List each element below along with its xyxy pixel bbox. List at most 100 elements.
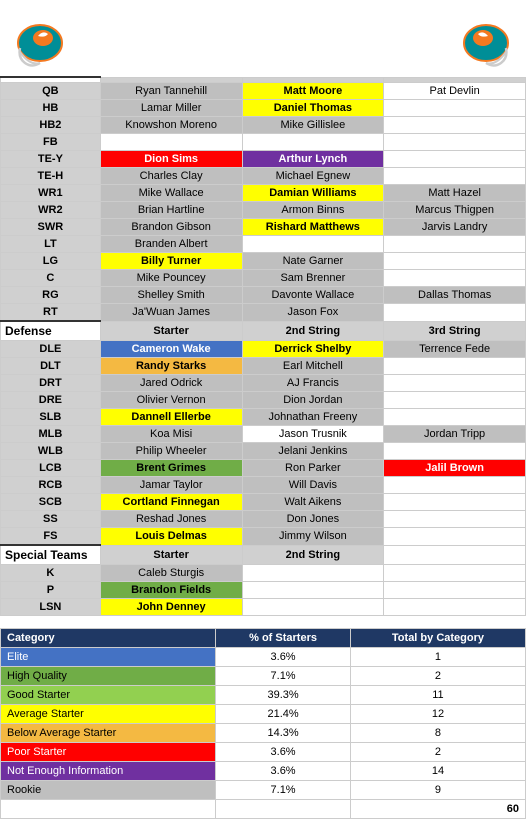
- stats-section: Category% of StartersTotal by CategoryEl…: [0, 628, 526, 819]
- defense-label: Defense: [1, 321, 101, 341]
- second-string-cell: Daniel Thomas: [242, 100, 384, 117]
- starter-cell: Brandon Gibson: [100, 219, 242, 236]
- logo-left: [10, 8, 70, 68]
- position-cell: FS: [1, 528, 101, 546]
- second-string-cell: Damian Williams: [242, 185, 384, 202]
- position-cell: DLE: [1, 341, 101, 358]
- position-cell: HB: [1, 100, 101, 117]
- third-string-cell: [384, 304, 526, 322]
- second-string-cell: [242, 599, 384, 616]
- stats-total-row: 60: [1, 800, 526, 819]
- col-header: 2nd String: [242, 321, 384, 341]
- position-cell: QB: [1, 83, 101, 100]
- stats-row: High Quality7.1%2: [1, 667, 526, 686]
- table-row: HB2Knowshon MorenoMike Gillislee: [1, 117, 526, 134]
- third-string-cell: [384, 409, 526, 426]
- position-cell: SS: [1, 511, 101, 528]
- stats-row: Elite3.6%1: [1, 648, 526, 667]
- second-string-cell: Mike Gillislee: [242, 117, 384, 134]
- third-string-cell: Terrence Fede: [384, 341, 526, 358]
- stats-row: Rookie7.1%9: [1, 781, 526, 800]
- second-string-cell: Dion Jordan: [242, 392, 384, 409]
- total-cell: 1: [350, 648, 525, 667]
- logo-right: [456, 8, 516, 68]
- table-row: LCBBrent GrimesRon ParkerJalil Brown: [1, 460, 526, 477]
- table-row: RCBJamar TaylorWill Davis: [1, 477, 526, 494]
- pct-cell: 21.4%: [216, 705, 351, 724]
- starter-cell: Shelley Smith: [100, 287, 242, 304]
- second-string-cell: Earl Mitchell: [242, 358, 384, 375]
- starter-cell: Caleb Sturgis: [100, 565, 242, 582]
- category-cell: Rookie: [1, 781, 216, 800]
- third-string-cell: Matt Hazel: [384, 185, 526, 202]
- starter-cell: Ryan Tannehill: [100, 83, 242, 100]
- category-cell: Elite: [1, 648, 216, 667]
- third-string-cell: [384, 565, 526, 582]
- starter-cell: Reshad Jones: [100, 511, 242, 528]
- position-cell: RG: [1, 287, 101, 304]
- second-string-cell: Nate Garner: [242, 253, 384, 270]
- starter-cell: Charles Clay: [100, 168, 242, 185]
- second-string-cell: Jelani Jenkins: [242, 443, 384, 460]
- position-cell: LT: [1, 236, 101, 253]
- second-string-cell: Jason Trusnik: [242, 426, 384, 443]
- second-string-cell: [242, 236, 384, 253]
- total-cell: 8: [350, 724, 525, 743]
- position-cell: P: [1, 582, 101, 599]
- total-pct: [216, 800, 351, 819]
- pct-cell: 3.6%: [216, 743, 351, 762]
- category-cell: High Quality: [1, 667, 216, 686]
- pct-cell: 3.6%: [216, 648, 351, 667]
- stats-row: Below Average Starter14.3%8: [1, 724, 526, 743]
- table-row: LSNJohn Denney: [1, 599, 526, 616]
- col-header-st: 2nd String: [242, 545, 384, 565]
- second-string-cell: Rishard Matthews: [242, 219, 384, 236]
- starter-cell: Knowshon Moreno: [100, 117, 242, 134]
- table-row: MLBKoa MisiJason TrusnikJordan Tripp: [1, 426, 526, 443]
- pct-cell: 14.3%: [216, 724, 351, 743]
- second-string-cell: Ron Parker: [242, 460, 384, 477]
- table-row: SCBCortland FinneganWalt Aikens: [1, 494, 526, 511]
- second-string-cell: Michael Egnew: [242, 168, 384, 185]
- third-string-cell: [384, 582, 526, 599]
- starter-cell: Dion Sims: [100, 151, 242, 168]
- third-string-cell: [384, 392, 526, 409]
- second-string-cell: [242, 134, 384, 151]
- table-row: TE-HCharles ClayMichael Egnew: [1, 168, 526, 185]
- col-header: Starter: [100, 321, 242, 341]
- category-cell: Average Starter: [1, 705, 216, 724]
- position-cell: WLB: [1, 443, 101, 460]
- table-row: DREOlivier VernonDion Jordan: [1, 392, 526, 409]
- starter-cell: Mike Wallace: [100, 185, 242, 202]
- table-row: DLTRandy StarksEarl Mitchell: [1, 358, 526, 375]
- second-string-cell: Davonte Wallace: [242, 287, 384, 304]
- second-string-cell: Arthur Lynch: [242, 151, 384, 168]
- starter-cell: Randy Starks: [100, 358, 242, 375]
- table-row: DRTJared OdrickAJ Francis: [1, 375, 526, 392]
- total-cell: 2: [350, 743, 525, 762]
- table-row: HBLamar MillerDaniel Thomas: [1, 100, 526, 117]
- position-cell: HB2: [1, 117, 101, 134]
- table-row: WR2Brian HartlineArmon BinnsMarcus Thigp…: [1, 202, 526, 219]
- table-row: WR1Mike WallaceDamian WilliamsMatt Hazel: [1, 185, 526, 202]
- second-string-cell: Walt Aikens: [242, 494, 384, 511]
- pct-cell: 7.1%: [216, 781, 351, 800]
- position-cell: LG: [1, 253, 101, 270]
- position-cell: K: [1, 565, 101, 582]
- second-string-cell: Don Jones: [242, 511, 384, 528]
- starter-cell: Ja'Wuan James: [100, 304, 242, 322]
- third-string-cell: [384, 358, 526, 375]
- total-cell: 2: [350, 667, 525, 686]
- header: [0, 0, 526, 76]
- position-cell: DRE: [1, 392, 101, 409]
- position-cell: SCB: [1, 494, 101, 511]
- stats-col-header: % of Starters: [216, 629, 351, 648]
- second-string-cell: [242, 565, 384, 582]
- position-cell: DLT: [1, 358, 101, 375]
- third-string-cell: [384, 443, 526, 460]
- third-string-cell: [384, 511, 526, 528]
- third-string-cell: [384, 134, 526, 151]
- table-row: SLBDannell EllerbeJohnathan Freeny: [1, 409, 526, 426]
- third-string-cell: [384, 477, 526, 494]
- col-header-st: [384, 545, 526, 565]
